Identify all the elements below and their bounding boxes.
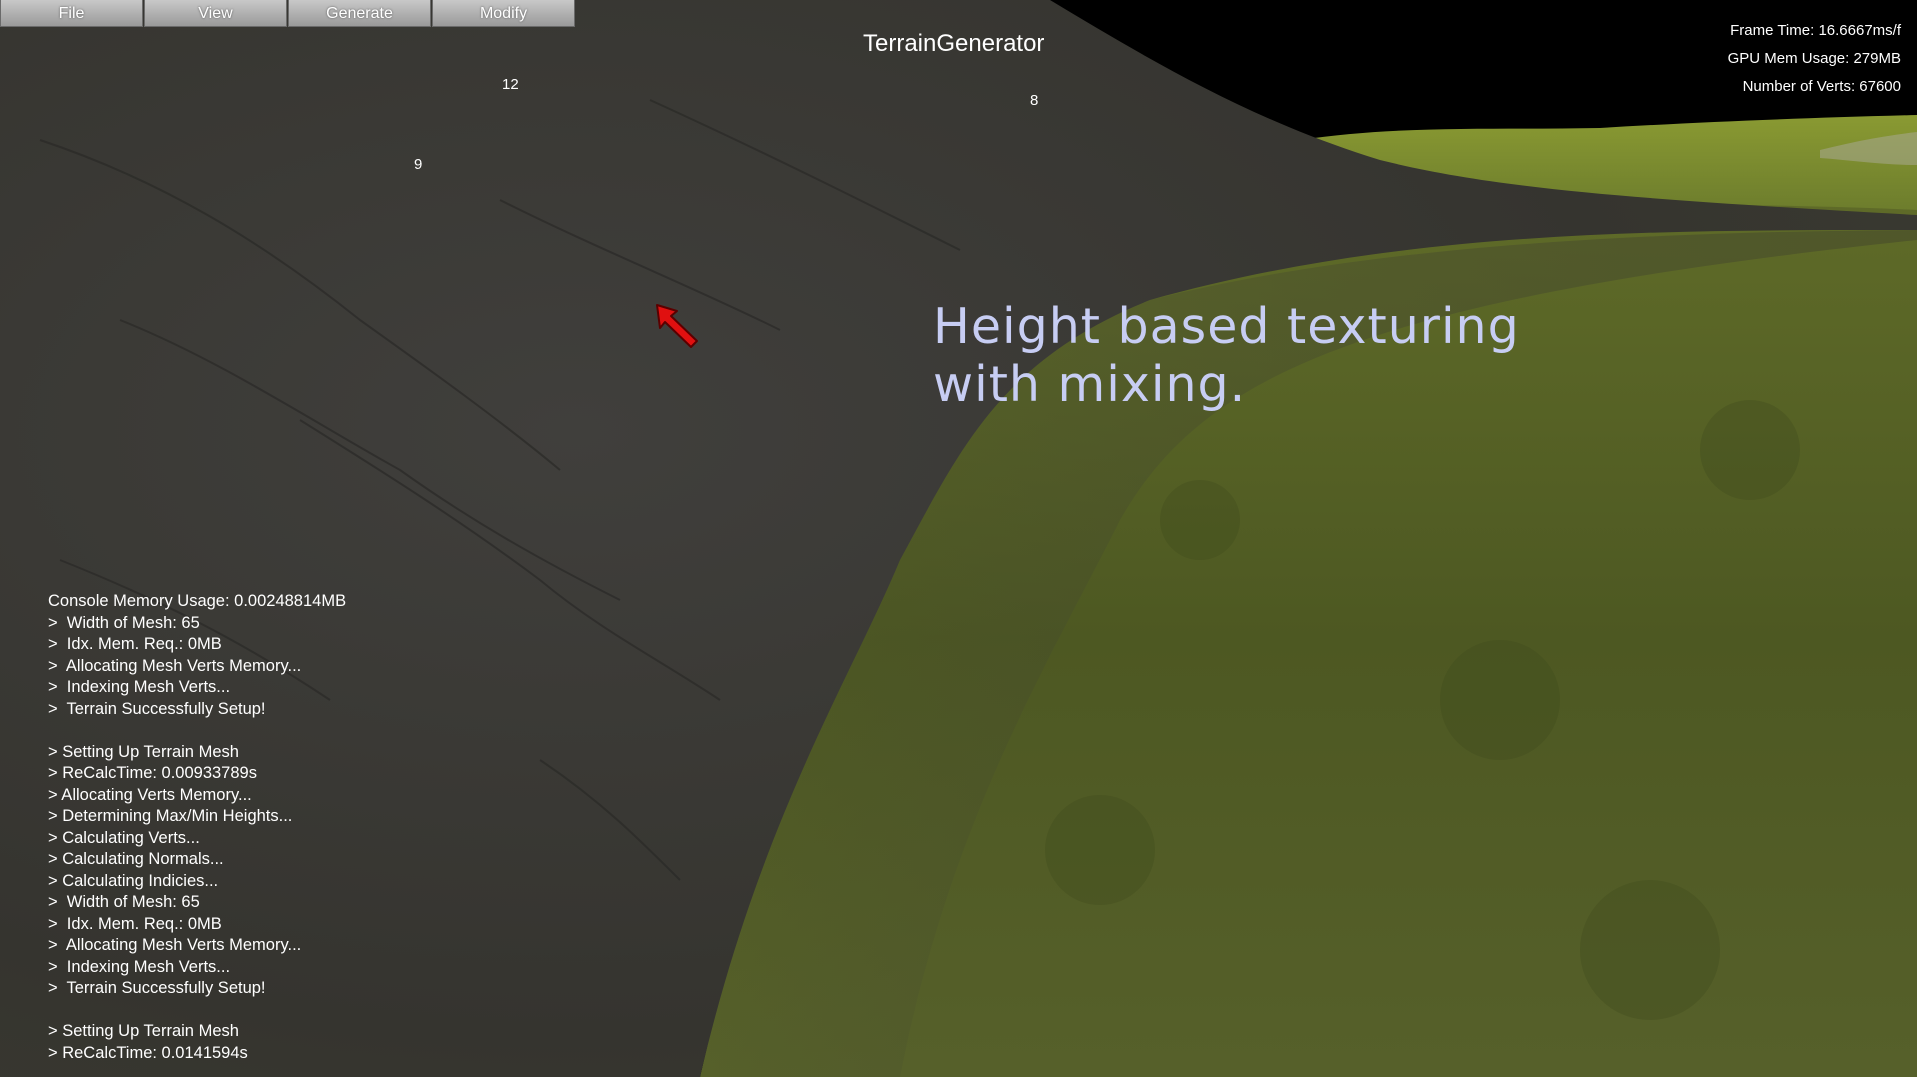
caption-line-2: with mixing. <box>933 356 1247 413</box>
console-line: > Calculating Verts... <box>48 828 200 847</box>
verts-stat: Number of Verts: 67600 <box>1742 78 1901 95</box>
console-line: > Setting Up Terrain Mesh <box>48 742 239 761</box>
console-line: > ReCalcTime: 0.0141594s <box>48 1043 248 1062</box>
height-marker: 12 <box>502 76 519 93</box>
console-line: > Determining Max/Min Heights... <box>48 807 293 825</box>
console-line: > Width of Mesh: 65 <box>48 893 200 911</box>
gpu-mem-stat: GPU Mem Usage: 279MB <box>1727 50 1901 67</box>
menu-file[interactable]: File <box>0 0 143 27</box>
console-line: > Idx. Mem. Req.: 0MB <box>48 914 222 933</box>
console-line: > Allocating Mesh Verts Memory... <box>48 936 302 954</box>
console-line: > Allocating Mesh Verts Memory... <box>48 656 302 675</box>
console-line: > Indexing Mesh Verts... <box>48 957 231 976</box>
console-line: > Terrain Successfully Setup! <box>48 699 266 718</box>
console-line: > Setting Up Terrain Mesh <box>48 1022 239 1040</box>
red-arrow-cursor-icon <box>656 304 698 348</box>
height-marker: 9 <box>414 156 423 173</box>
console-line: > ReCalcTime: 0.00933789s <box>48 764 257 782</box>
console-line: > Calculating Indicies... <box>48 871 219 890</box>
menu-bar: File View Generate Modify <box>0 0 575 27</box>
console-line: > Idx. Mem. Req.: 0MB <box>48 635 222 653</box>
console-line: > Calculating Normals... <box>48 850 224 868</box>
caption: Height based texturing with mixing. <box>933 298 1520 414</box>
console-line: > Terrain Successfully Setup! <box>48 979 266 997</box>
console-line: > Indexing Mesh Verts... <box>48 678 231 696</box>
stats-panel: Frame Time: 16.6667ms/f GPU Mem Usage: 2… <box>1728 17 1901 101</box>
console-line: > Allocating Verts Memory... <box>48 785 252 804</box>
frame-time-stat: Frame Time: 16.6667ms/f <box>1730 22 1901 39</box>
console-log: Console Memory Usage: 0.00248814MB > Wid… <box>48 591 346 1064</box>
console-lines: > Width of Mesh: 65 > Idx. Mem. Req.: 0MB… <box>48 613 346 1065</box>
app-title: TerrainGenerator <box>863 30 1045 57</box>
console-header: Console Memory Usage: 0.00248814MB <box>48 592 347 610</box>
console-line: > Width of Mesh: 65 <box>48 613 200 632</box>
menu-view[interactable]: View <box>144 0 287 27</box>
caption-line-1: Height based texturing <box>933 298 1520 355</box>
menu-modify[interactable]: Modify <box>432 0 575 27</box>
menu-generate[interactable]: Generate <box>288 0 431 27</box>
height-marker: 8 <box>1030 92 1039 109</box>
